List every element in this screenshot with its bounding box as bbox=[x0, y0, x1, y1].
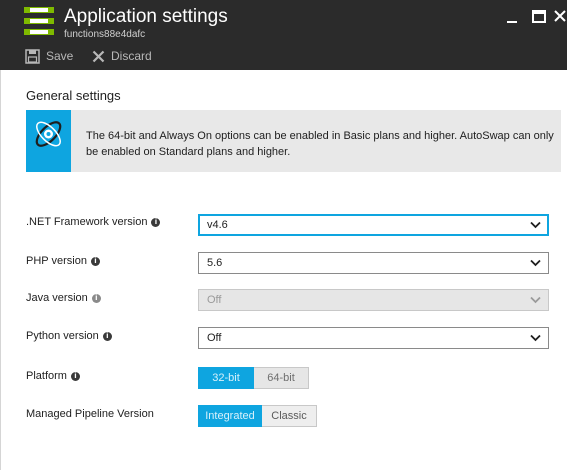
info-icon[interactable]: i bbox=[102, 331, 112, 341]
info-banner: The 64-bit and Always On options can be … bbox=[26, 110, 561, 172]
info-icon[interactable]: i bbox=[90, 256, 100, 266]
info-banner-icon-area bbox=[26, 110, 71, 172]
app-settings-icon bbox=[24, 7, 54, 35]
chevron-down-icon bbox=[530, 296, 541, 304]
blade-subtitle: functions88e4dafc bbox=[64, 29, 146, 40]
pipeline-label: Managed Pipeline Version bbox=[26, 408, 154, 420]
close-blade-icon[interactable] bbox=[552, 8, 567, 26]
net-framework-label-text: .NET Framework version bbox=[26, 216, 148, 228]
save-button[interactable]: Save bbox=[25, 47, 73, 65]
chevron-down-icon bbox=[530, 334, 541, 342]
java-select: Off bbox=[198, 289, 549, 311]
info-message: The 64-bit and Always On options can be … bbox=[86, 130, 554, 158]
platform-label: Platform i bbox=[26, 370, 80, 382]
java-label-text: Java version bbox=[26, 292, 88, 304]
platform-option-32bit[interactable]: 32-bit bbox=[198, 367, 254, 389]
info-icon[interactable]: i bbox=[91, 293, 101, 303]
platform-toggle: 32-bit 64-bit bbox=[198, 367, 309, 389]
php-select[interactable]: 5.6 bbox=[198, 252, 549, 274]
platform-label-text: Platform bbox=[26, 370, 67, 382]
info-icon[interactable]: i bbox=[151, 217, 161, 227]
platform-option-64bit[interactable]: 64-bit bbox=[254, 367, 309, 389]
save-label: Save bbox=[46, 49, 74, 63]
discard-button[interactable]: Discard bbox=[92, 47, 152, 65]
php-value: 5.6 bbox=[207, 257, 223, 269]
minimize-icon[interactable] bbox=[504, 8, 522, 26]
runtime-icon bbox=[35, 121, 62, 147]
php-label: PHP version i bbox=[26, 255, 100, 267]
pipeline-label-text: Managed Pipeline Version bbox=[26, 408, 154, 420]
python-label: Python version i bbox=[26, 330, 112, 342]
pipeline-toggle: Integrated Classic bbox=[198, 405, 317, 427]
section-title: General settings bbox=[26, 88, 121, 103]
net-framework-value: v4.6 bbox=[207, 219, 228, 231]
maximize-icon[interactable] bbox=[530, 8, 548, 26]
blade-header: Application settings functions88e4dafc S… bbox=[0, 0, 567, 70]
save-icon bbox=[25, 48, 40, 64]
java-label: Java version i bbox=[26, 292, 101, 304]
pipeline-option-classic[interactable]: Classic bbox=[262, 405, 317, 427]
net-framework-label: .NET Framework version i bbox=[26, 216, 161, 228]
close-icon bbox=[92, 50, 105, 62]
discard-label: Discard bbox=[111, 49, 152, 63]
python-select[interactable]: Off bbox=[198, 327, 549, 349]
pipeline-option-integrated[interactable]: Integrated bbox=[198, 405, 262, 427]
chevron-down-icon bbox=[530, 259, 541, 267]
net-framework-select[interactable]: v4.6 bbox=[198, 214, 549, 236]
php-label-text: PHP version bbox=[26, 255, 87, 267]
info-icon[interactable]: i bbox=[70, 371, 80, 381]
blade-title: Application settings bbox=[64, 6, 228, 27]
java-value: Off bbox=[207, 294, 222, 306]
python-value: Off bbox=[207, 332, 222, 344]
python-label-text: Python version bbox=[26, 330, 99, 342]
chevron-down-icon bbox=[530, 221, 541, 229]
